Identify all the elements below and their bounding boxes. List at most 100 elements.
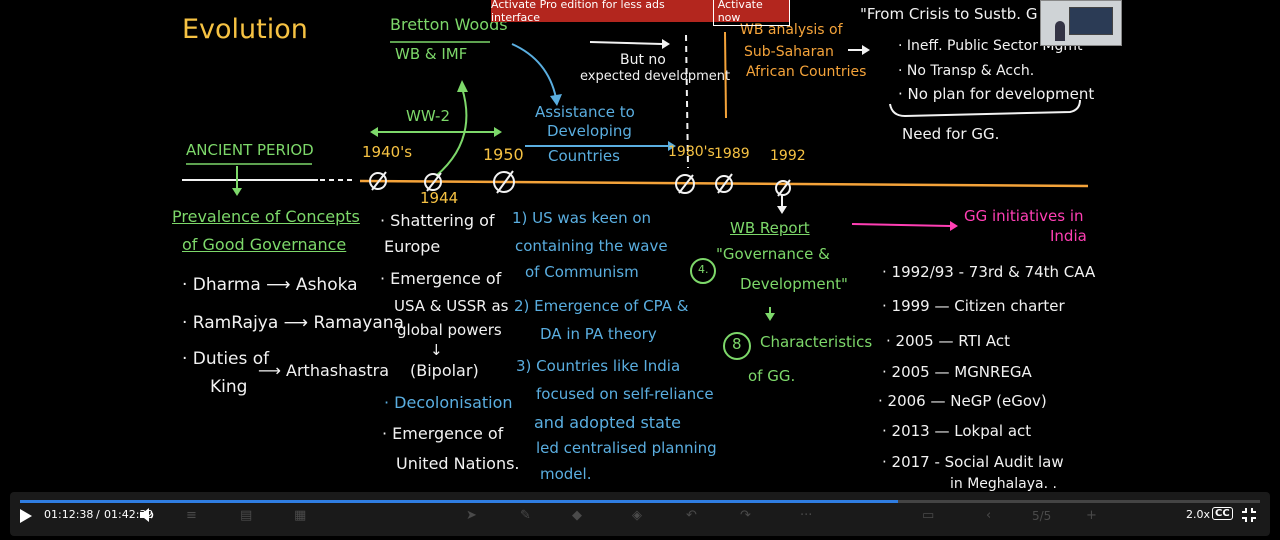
- wbreport-line: of GG.: [748, 367, 796, 385]
- wbreport-line: Characteristics: [760, 333, 873, 351]
- assistance-line: Developing: [547, 122, 632, 140]
- grid-icon[interactable]: ▦: [294, 508, 306, 523]
- ww2-item: (Bipolar): [410, 361, 479, 380]
- crisis-point: · No Transp & Acch.: [898, 63, 1035, 79]
- year-1989: 1989: [714, 146, 750, 162]
- year-1944: 1944: [420, 189, 459, 207]
- gg-arrow: [851, 223, 951, 227]
- progress-fill: [20, 500, 898, 503]
- reason-line: of Communism: [525, 263, 639, 281]
- page-indicator: 5/5: [1032, 509, 1052, 523]
- year-1940s: 1940's: [362, 143, 413, 161]
- initiative-item: · 1999 — Citizen charter: [882, 297, 1065, 315]
- exit-fullscreen-icon[interactable]: [1242, 508, 1256, 522]
- eraser-icon[interactable]: ◆: [572, 508, 582, 523]
- butno-line: expected development: [580, 69, 731, 84]
- presenter: [1055, 21, 1065, 41]
- ancient-label: ANCIENT PERIOD: [186, 141, 314, 159]
- wbreport-line: WB Report: [730, 219, 810, 237]
- reason-line: and adopted state: [534, 413, 681, 432]
- gg-india-line: GG initiatives in: [964, 207, 1084, 225]
- year-1950: 1950: [483, 145, 524, 164]
- ads-banner: Activate Pro edition for less ads interf…: [491, 0, 790, 26]
- pages-icon[interactable]: ▤: [240, 508, 252, 523]
- ww2-item: Europe: [384, 237, 441, 256]
- reason-line: focused on self-reliance: [536, 385, 714, 403]
- video-controls: 01:12:38 / 01:42:32 ≡ ▤ ▦ ➤ ✎ ◆ ◈ ↶ ↷ ··…: [10, 492, 1270, 536]
- ww2-item: United Nations.: [396, 454, 520, 473]
- ww2-item: · Shattering of: [380, 211, 495, 230]
- play-icon[interactable]: [20, 509, 32, 523]
- initiative-item: · 1992/93 - 73rd & 74th CAA: [882, 263, 1096, 281]
- butno-line: But no: [620, 52, 666, 68]
- prevalence-line: of Good Governance: [182, 235, 347, 254]
- webcam-screen: [1069, 7, 1113, 35]
- menu-icon[interactable]: ≡: [186, 508, 197, 523]
- year-1992: 1992: [770, 148, 806, 164]
- reason-line: 3) Countries like India: [516, 357, 681, 375]
- wbreport-line: "Governance &: [716, 245, 830, 263]
- ww2-item: global powers: [397, 321, 502, 339]
- time-current: 01:12:38: [44, 508, 94, 521]
- ancient-item: · RamRajya ⟶ Ramayana: [182, 313, 404, 333]
- initiative-item: in Meghalaya. .: [950, 476, 1057, 492]
- initiative-item: · 2013 — Lokpal act: [882, 422, 1032, 440]
- crisis-point: · No plan for development: [898, 85, 1095, 103]
- ww2-item: · Emergence of: [380, 269, 502, 288]
- ww2-item: USA & USSR as: [394, 297, 509, 315]
- prevalence-line: Prevalence of Concepts: [172, 207, 360, 226]
- initiative-item: · 2017 - Social Audit law: [882, 453, 1064, 471]
- progress-bar[interactable]: [20, 500, 1260, 503]
- volume-icon[interactable]: [140, 508, 156, 522]
- add-page-icon[interactable]: +: [1086, 508, 1097, 523]
- ancient-item: King: [210, 377, 248, 397]
- speed-button[interactable]: 2.0x: [1186, 508, 1210, 521]
- initiative-item: · 2005 — MGNREGA: [882, 363, 1032, 381]
- prev-page-icon[interactable]: ‹: [986, 508, 991, 523]
- year-1980s: 1980's: [668, 144, 715, 160]
- assistance-arrow: [511, 43, 557, 99]
- crisis-title: "From Crisis to Sustb. G: [860, 5, 1038, 23]
- need-gg: Need for GG.: [902, 125, 1000, 143]
- webcam-overlay[interactable]: [1040, 0, 1122, 46]
- undo-icon[interactable]: ↶: [686, 508, 697, 523]
- reason-line: containing the wave: [515, 237, 668, 255]
- assistance-line: Countries: [548, 147, 620, 165]
- shapes-icon[interactable]: ◈: [632, 508, 642, 523]
- butno-arrow: [589, 41, 663, 45]
- ww2-item: · Emergence of: [382, 424, 504, 443]
- wb-number: 4.: [698, 263, 709, 276]
- ww2-item: ↓: [430, 341, 443, 359]
- ancient-item: ⟶ Arthashastra: [258, 361, 390, 380]
- reason-line: 1) US was keen on: [512, 209, 652, 227]
- initiative-item: · 2005 — RTI Act: [886, 332, 1011, 350]
- initiative-item: · 2006 — NeGP (eGov): [878, 392, 1047, 410]
- time-separator: /: [96, 508, 100, 521]
- gg-india-line: India: [1050, 227, 1087, 245]
- whiteboard: Evolution Bretton Woods WB & IMF WW-2 AN…: [0, 0, 1280, 500]
- screen-icon[interactable]: ▭: [922, 508, 934, 523]
- assistance-line: Assistance to: [535, 103, 635, 121]
- pen-icon[interactable]: ✎: [520, 508, 531, 523]
- more-icon[interactable]: ···: [800, 508, 812, 523]
- wbreport-line: Development": [740, 275, 848, 293]
- pointer-icon[interactable]: ➤: [466, 508, 477, 523]
- redo-icon[interactable]: ↷: [740, 508, 751, 523]
- reason-line: 2) Emergence of CPA &: [514, 297, 689, 315]
- reason-line: led centralised planning: [536, 439, 717, 457]
- wbanalysis-line: Sub-Saharan: [744, 44, 834, 60]
- ww2-item: · Decolonisation: [384, 393, 513, 412]
- reason-line: DA in PA theory: [540, 325, 657, 343]
- ww2-label: WW-2: [406, 107, 451, 125]
- bretton-sub: WB & IMF: [395, 45, 468, 63]
- ancient-item: · Duties of: [182, 349, 270, 369]
- reason-line: model.: [540, 465, 592, 483]
- ancient-item: · Dharma ⟶ Ashoka: [182, 275, 358, 295]
- wbanalysis-line: African Countries: [746, 64, 867, 80]
- cc-button[interactable]: CC: [1212, 507, 1233, 520]
- wb-number: 8: [732, 335, 742, 353]
- activate-now-button[interactable]: Activate now: [712, 0, 790, 26]
- board-title: Evolution: [182, 14, 308, 45]
- bretton-title: Bretton Woods: [390, 15, 508, 34]
- ads-message: Activate Pro edition for less ads interf…: [491, 0, 665, 24]
